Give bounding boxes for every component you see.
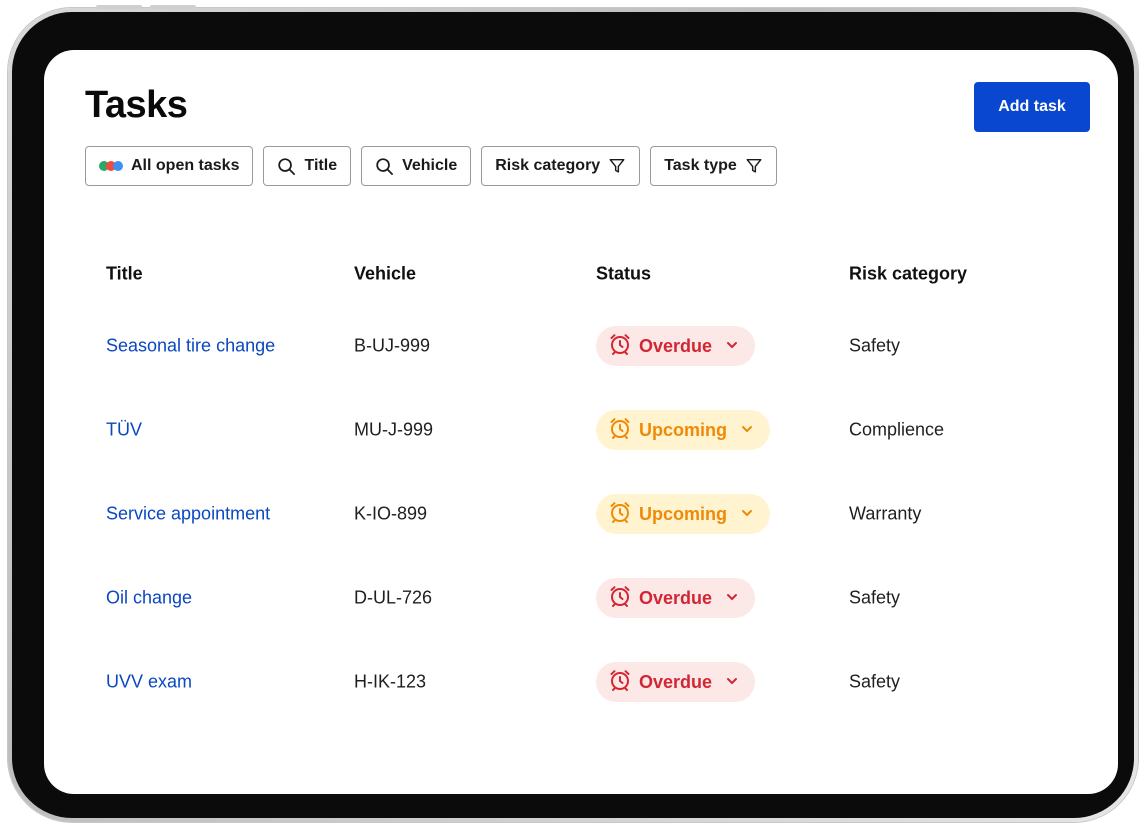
table-row: Seasonal tire change B-UJ-999 Overdue Safet… [106, 304, 1066, 388]
alarm-clock-icon [608, 584, 632, 613]
task-title-link[interactable]: Service appointment [106, 504, 270, 525]
page-title: Tasks [85, 84, 188, 126]
status-label: Overdue [639, 587, 713, 608]
chevron-down-icon [725, 336, 739, 357]
risk-category: Safety [849, 335, 901, 356]
screen: Tasks Add task All open tasks Title Vehi… [44, 50, 1118, 794]
table-row: Oil change D-UL-726 Overdue Safety [106, 556, 1066, 640]
status-cell: Overdue [596, 578, 756, 618]
dot-blue [113, 161, 123, 171]
filter-icon [745, 157, 763, 175]
status-label: Overdue [639, 335, 713, 356]
chevron-down-icon [725, 672, 739, 693]
filter-label: Title [304, 157, 338, 174]
filter-all-open-tasks[interactable]: All open tasks [85, 146, 254, 186]
chevron-down-icon [725, 588, 739, 609]
risk-category: Complience [849, 419, 945, 440]
status-cell: Upcoming [596, 494, 770, 534]
volume-button [96, 5, 142, 9]
column-header-risk-category[interactable]: Risk category [849, 264, 967, 285]
table-row: TÜV MU-J-999 Upcoming Complience [106, 388, 1066, 472]
status-label: Upcoming [639, 419, 727, 440]
task-title-link[interactable]: Oil change [106, 588, 192, 609]
filter-icon [608, 157, 626, 175]
vehicle-plate: H-IK-123 [354, 671, 427, 692]
chevron-down-icon [740, 504, 754, 525]
status-dropdown[interactable]: Upcoming [596, 494, 770, 534]
table-row: UVV exam H-IK-123 Overdue Safety [106, 640, 1066, 724]
filter-risk-category[interactable]: Risk category [481, 146, 641, 186]
chevron-down-icon [740, 420, 754, 441]
risk-category: Warranty [849, 503, 922, 524]
vehicle-plate: K-IO-899 [354, 503, 428, 524]
risk-category: Safety [849, 671, 901, 692]
multicolor-dots-icon [99, 161, 123, 171]
column-header-status[interactable]: Status [596, 264, 651, 285]
alarm-clock-icon [608, 500, 632, 529]
table-header-row: Title Vehicle Status Risk category [106, 246, 1066, 304]
filter-label: All open tasks [131, 157, 240, 174]
status-dropdown[interactable]: Overdue [596, 326, 756, 366]
add-task-button[interactable]: Add task [974, 82, 1090, 132]
status-label: Upcoming [639, 503, 727, 524]
column-header-vehicle[interactable]: Vehicle [354, 264, 416, 285]
status-dropdown[interactable]: Overdue [596, 578, 756, 618]
tablet-frame: Tasks Add task All open tasks Title Vehi… [8, 5, 1138, 822]
task-title-link[interactable]: UVV exam [106, 672, 192, 693]
filter-label: Vehicle [402, 157, 458, 174]
filter-task-type[interactable]: Task type [650, 146, 777, 186]
task-title-link[interactable]: Seasonal tire change [106, 336, 275, 357]
filter-title-search[interactable]: Title [263, 146, 352, 186]
table-body: Seasonal tire change B-UJ-999 Overdue Safet… [106, 304, 1066, 724]
tasks-table: Title Vehicle Status Risk category Seaso… [106, 246, 1066, 724]
status-dropdown[interactable]: Upcoming [596, 410, 770, 450]
risk-category: Safety [849, 587, 901, 608]
filter-label: Risk category [495, 157, 601, 174]
task-title-link[interactable]: TÜV [106, 420, 142, 441]
volume-button [150, 5, 196, 9]
status-cell: Overdue [596, 326, 756, 366]
filter-label: Task type [664, 157, 737, 174]
filter-bar: All open tasks Title Vehicle Risk catego… [85, 146, 777, 186]
filter-vehicle-search[interactable]: Vehicle [361, 146, 472, 186]
column-header-title[interactable]: Title [106, 264, 143, 285]
search-icon [277, 157, 296, 176]
table-row: Service appointment K-IO-899 Upcoming Warra… [106, 472, 1066, 556]
status-dropdown[interactable]: Overdue [596, 662, 756, 702]
vehicle-plate: B-UJ-999 [354, 335, 431, 356]
alarm-clock-icon [608, 332, 632, 361]
alarm-clock-icon [608, 416, 632, 445]
status-cell: Upcoming [596, 410, 770, 450]
search-icon [375, 157, 394, 176]
status-cell: Overdue [596, 662, 756, 702]
vehicle-plate: D-UL-726 [354, 587, 433, 608]
alarm-clock-icon [608, 668, 632, 697]
vehicle-plate: MU-J-999 [354, 419, 434, 440]
status-label: Overdue [639, 671, 713, 692]
